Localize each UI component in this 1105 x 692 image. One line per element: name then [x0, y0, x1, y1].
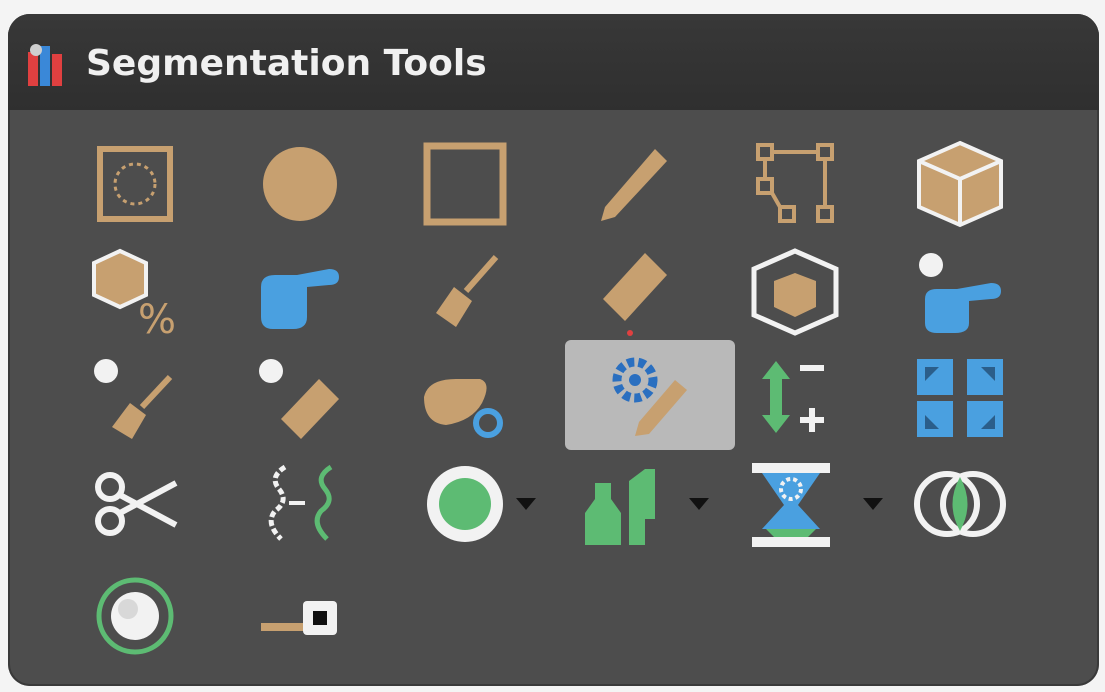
brush-tool[interactable] — [400, 240, 530, 344]
grow-shrink-tool[interactable] — [730, 346, 860, 450]
region-selection-icon — [97, 146, 173, 222]
hourglass-gear-icon — [752, 463, 830, 547]
brush-dot-icon — [94, 359, 173, 439]
title-bar: Segmentation Tools — [8, 14, 1099, 110]
chevron-down-icon[interactable] — [860, 494, 886, 514]
eraser-icon — [603, 253, 667, 336]
circle-icon — [263, 147, 337, 221]
brush-icon — [436, 255, 499, 327]
organ-gear-tool[interactable] — [400, 346, 530, 450]
cube-outline-tool[interactable] — [730, 240, 860, 344]
cube-percent-tool[interactable]: % — [70, 240, 200, 344]
segmentation-tools-icon — [28, 44, 62, 86]
contour-transfer-icon — [268, 464, 333, 541]
organ-gear-icon — [424, 379, 503, 438]
cube-icon — [917, 140, 1003, 228]
polygon-icon — [756, 143, 834, 223]
brush-dot-tool[interactable] — [70, 346, 200, 450]
gear-pencil-tool[interactable] — [565, 340, 735, 450]
pencil-icon — [601, 149, 667, 221]
eraser-tool[interactable] — [565, 240, 695, 344]
chevron-down-icon[interactable] — [513, 494, 539, 514]
venn-intersect-tool[interactable] — [895, 452, 1025, 556]
cube-percent-icon: % — [92, 248, 176, 337]
pointing-hand-tool[interactable] — [235, 240, 365, 344]
cube-outline-icon — [751, 248, 839, 336]
hourglass-gear-tool[interactable] — [726, 452, 856, 556]
contour-transfer-tool[interactable] — [235, 452, 365, 556]
eraser-dot-tool[interactable] — [235, 346, 365, 450]
green-circle-icon — [427, 466, 503, 542]
scissors-icon — [95, 472, 178, 536]
pencil-tool[interactable] — [565, 132, 695, 236]
rectangle-icon — [423, 142, 507, 226]
expand-arrows-tool[interactable] — [895, 346, 1025, 450]
scissors-tool[interactable] — [70, 452, 200, 556]
bottles-tool[interactable] — [553, 452, 683, 556]
segmentation-tools-panel: Segmentation Tools % — [8, 14, 1099, 686]
expand-arrows-icon — [917, 359, 1003, 437]
circle-tool[interactable] — [235, 132, 365, 236]
rectangle-tool[interactable] — [400, 132, 530, 236]
svg-text:%: % — [138, 297, 176, 337]
region-selection-tool[interactable] — [70, 132, 200, 236]
bottles-icon — [585, 469, 655, 545]
sphere-icon — [96, 577, 174, 655]
eraser-dot-icon — [259, 359, 339, 439]
cube-tool[interactable] — [895, 132, 1025, 236]
venn-intersect-icon — [914, 471, 1006, 537]
chevron-down-icon[interactable] — [686, 494, 712, 514]
pointing-hand-icon — [261, 269, 339, 329]
pointing-hand-dot-tool[interactable] — [895, 240, 1025, 344]
pointing-hand-dot-icon — [919, 253, 1001, 333]
slider-icon — [261, 601, 337, 635]
gear-pencil-icon — [612, 357, 687, 436]
window-title: Segmentation Tools — [86, 43, 487, 84]
grow-shrink-icon — [762, 361, 824, 433]
polygon-tool[interactable] — [730, 132, 860, 236]
green-circle-tool[interactable] — [400, 452, 530, 556]
sphere-tool[interactable] — [70, 564, 200, 668]
slider-tool[interactable] — [235, 564, 365, 668]
